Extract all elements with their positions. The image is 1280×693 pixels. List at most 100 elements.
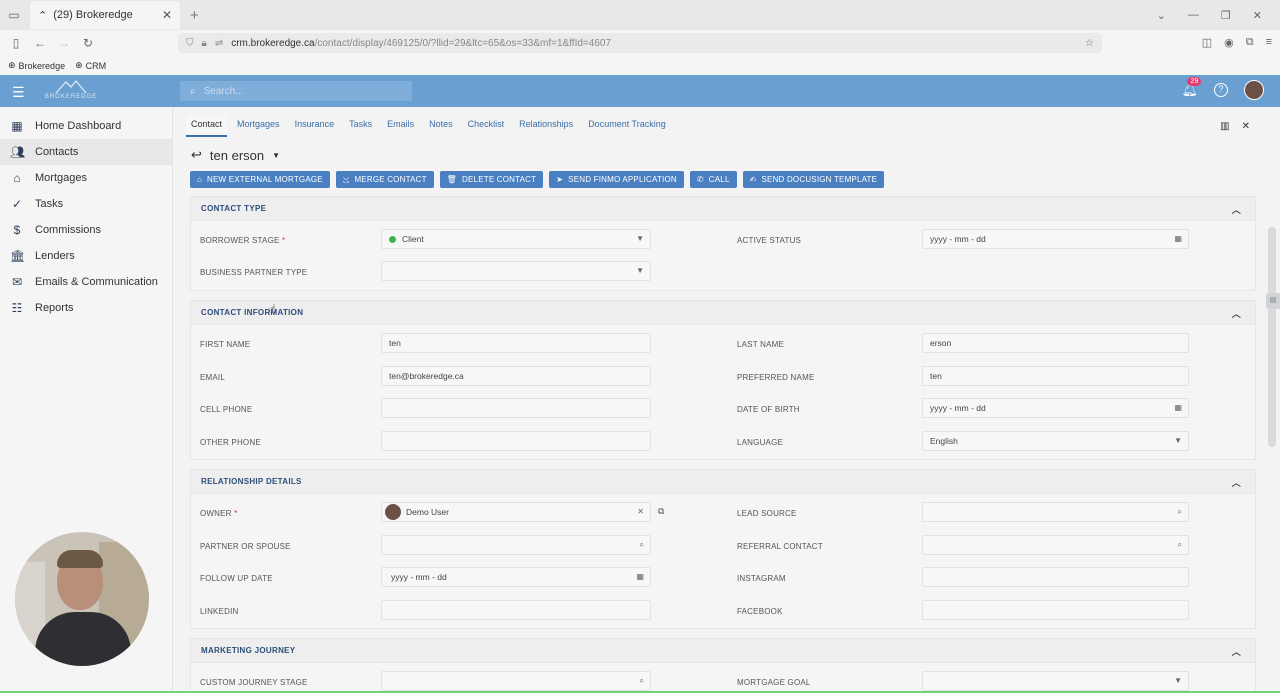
browser-tab-title: (29) Brokeredge bbox=[53, 9, 133, 21]
partner-or-spouse-field[interactable]: ⌕ bbox=[381, 535, 651, 555]
restore-icon[interactable]: ❐ bbox=[1221, 9, 1231, 22]
search-icon: ⌕ bbox=[639, 676, 644, 685]
split-view-icon[interactable]: ▥ bbox=[1220, 121, 1229, 132]
tab-relationships[interactable]: Relationships bbox=[514, 115, 578, 137]
extensions-icon[interactable]: ⧉ bbox=[1246, 36, 1254, 49]
page-scrollbar[interactable] bbox=[1268, 227, 1276, 447]
section-header[interactable]: RELATIONSHIP DETAILS ︿ bbox=[191, 470, 1255, 494]
chevron-down-icon[interactable]: ▼ bbox=[272, 151, 280, 160]
owner-field[interactable]: Demo User ✕ bbox=[381, 502, 651, 522]
section-header[interactable]: MARKETING JOURNEY ︿ bbox=[191, 639, 1255, 663]
account-icon[interactable]: ◉ bbox=[1224, 36, 1234, 49]
new-tab-icon[interactable]: + bbox=[190, 7, 199, 24]
cell-phone-field[interactable] bbox=[381, 398, 651, 418]
contact-name[interactable]: ten erson bbox=[210, 148, 264, 163]
bookmark-star-icon[interactable]: ☆ bbox=[1085, 38, 1094, 49]
section-header[interactable]: CONTACT INFORMATION ︿ bbox=[191, 301, 1255, 325]
section-header[interactable]: CONTACT TYPE ︿ bbox=[191, 197, 1255, 221]
preferred-name-field[interactable]: ten bbox=[922, 366, 1189, 386]
brokeredge-logo[interactable]: BROKEREDGE bbox=[42, 78, 100, 104]
sidebar-item-lenders[interactable]: 🏛︎ Lenders bbox=[0, 243, 172, 269]
owner-label: OWNER * bbox=[200, 509, 238, 518]
close-window-icon[interactable]: ✕ bbox=[1253, 9, 1262, 22]
tab-mortgages[interactable]: Mortgages bbox=[232, 115, 285, 137]
tab-list-icon[interactable]: ▭ bbox=[0, 8, 28, 22]
calendar-icon[interactable]: ▦ bbox=[1174, 234, 1182, 243]
lead-source-field[interactable]: ⌕ bbox=[922, 502, 1189, 522]
reload-icon[interactable]: ↻ bbox=[76, 36, 100, 50]
chevron-up-icon[interactable]: ︿ bbox=[1232, 476, 1241, 489]
tab-insurance[interactable]: Insurance bbox=[290, 115, 340, 137]
tab-checklist[interactable]: Checklist bbox=[463, 115, 510, 137]
tab-tasks[interactable]: Tasks bbox=[344, 115, 377, 137]
owner-avatar bbox=[385, 504, 401, 520]
search-input[interactable] bbox=[203, 85, 394, 97]
dropdown-arrow-icon: ▼ bbox=[636, 266, 644, 275]
hamburger-menu-icon[interactable]: ☰ bbox=[12, 84, 25, 101]
email-field[interactable]: ten@brokeredge.ca bbox=[381, 366, 651, 386]
help-icon[interactable]: ? bbox=[1214, 83, 1228, 97]
bookmark-brokeredge[interactable]: ⊕ Brokeredge bbox=[8, 60, 65, 71]
lock-icon: 🔒︎ bbox=[201, 37, 207, 49]
close-tab-icon[interactable]: ✕ bbox=[162, 8, 172, 22]
date-of-birth-field[interactable]: yyyy - mm - dd ▦ bbox=[922, 398, 1189, 418]
first-name-field[interactable]: ten bbox=[381, 333, 651, 353]
open-external-icon[interactable]: ⧉ bbox=[658, 506, 664, 517]
clear-icon[interactable]: ✕ bbox=[637, 507, 644, 516]
browser-tab[interactable]: ⌃ (29) Brokeredge ✕ bbox=[30, 1, 180, 29]
tab-document-tracking[interactable]: Document Tracking bbox=[583, 115, 671, 137]
sidebar-item-reports[interactable]: ☷ Reports bbox=[0, 295, 172, 321]
chevron-up-icon[interactable]: ︿ bbox=[1232, 645, 1241, 658]
tab-contact[interactable]: Contact bbox=[186, 115, 228, 137]
phone-icon: ✆ bbox=[696, 175, 704, 184]
bookmark-crm[interactable]: ⊕ CRM bbox=[75, 60, 106, 71]
sidebar-item-contacts[interactable]: 👥︎ Contacts bbox=[0, 139, 172, 165]
sidebar-item-emails[interactable]: ✉ Emails & Communication bbox=[0, 269, 172, 295]
last-name-field[interactable]: erson bbox=[922, 333, 1189, 353]
sidebar-item-commissions[interactable]: $ Commissions bbox=[0, 217, 172, 243]
user-avatar[interactable] bbox=[1244, 80, 1264, 100]
sidebar-item-tasks[interactable]: ✓ Tasks bbox=[0, 191, 172, 217]
forward-icon[interactable]: → bbox=[52, 36, 76, 50]
chat-widget-icon[interactable]: ▤ bbox=[1266, 293, 1280, 309]
other-phone-field[interactable] bbox=[381, 431, 651, 451]
merge-icon: ⤩ bbox=[342, 174, 350, 184]
calendar-icon[interactable]: ▦ bbox=[636, 572, 644, 581]
address-bar[interactable]: ⛉ 🔒︎ ⇌ crm.brokeredge.ca/contact/display… bbox=[178, 33, 1102, 53]
new-external-mortgage-button[interactable]: ⌂ NEW EXTERNAL MORTGAGE bbox=[190, 171, 330, 188]
send-docusign-template-button[interactable]: ✍ SEND DOCUSIGN TEMPLATE bbox=[742, 171, 885, 188]
custom-journey-stage-field[interactable]: ⌕ bbox=[381, 671, 651, 691]
follow-up-date-field[interactable]: yyyy - mm - dd ▦ bbox=[381, 567, 651, 587]
sidebar-toggle-icon[interactable]: ▯ bbox=[4, 36, 28, 50]
facebook-field[interactable] bbox=[922, 600, 1189, 620]
linkedin-field[interactable] bbox=[381, 600, 651, 620]
close-panel-icon[interactable]: ✕ bbox=[1242, 121, 1250, 132]
active-status-date[interactable]: yyyy - mm - dd ▦ bbox=[922, 229, 1189, 249]
pocket-icon[interactable]: ◫ bbox=[1202, 36, 1212, 49]
referral-contact-field[interactable]: ⌕ bbox=[922, 535, 1189, 555]
sidebar-item-mortgages[interactable]: ⌂ Mortgages bbox=[0, 165, 172, 191]
menu-icon[interactable]: ≡ bbox=[1266, 36, 1272, 49]
tab-notes[interactable]: Notes bbox=[424, 115, 458, 137]
chevron-up-icon[interactable]: ︿ bbox=[1232, 203, 1241, 216]
business-partner-type-select[interactable]: ▼ bbox=[381, 261, 651, 281]
tab-overflow-chevron-icon[interactable]: ⌄ bbox=[1157, 9, 1166, 22]
delete-contact-button[interactable]: 🗑︎ DELETE CONTACT bbox=[439, 171, 544, 188]
sidebar-item-home-dashboard[interactable]: ▦ Home Dashboard bbox=[0, 113, 172, 139]
search-icon: ⌕ bbox=[190, 85, 196, 97]
borrower-stage-select[interactable]: Client ▼ bbox=[381, 229, 651, 249]
back-arrow-icon[interactable]: ↩ bbox=[191, 147, 202, 163]
mortgage-goal-select[interactable]: ▼ bbox=[922, 671, 1189, 691]
send-finmo-application-button[interactable]: ➤ SEND FINMO APPLICATION bbox=[549, 171, 684, 188]
minimize-icon[interactable]: — bbox=[1188, 9, 1199, 22]
calendar-icon[interactable]: ▦ bbox=[1174, 403, 1182, 412]
notifications-bell-icon[interactable]: 🔔︎ 29 bbox=[1181, 77, 1202, 98]
back-icon[interactable]: ← bbox=[28, 36, 52, 50]
tab-emails[interactable]: Emails bbox=[382, 115, 419, 137]
instagram-field[interactable] bbox=[922, 567, 1189, 587]
merge-contact-button[interactable]: ⤩ MERGE CONTACT bbox=[335, 171, 434, 188]
call-button[interactable]: ✆ CALL bbox=[689, 171, 737, 188]
chevron-up-icon[interactable]: ︿ bbox=[1232, 307, 1241, 320]
app-search[interactable]: ⌕ bbox=[180, 81, 412, 101]
language-select[interactable]: English ▼ bbox=[922, 431, 1189, 451]
